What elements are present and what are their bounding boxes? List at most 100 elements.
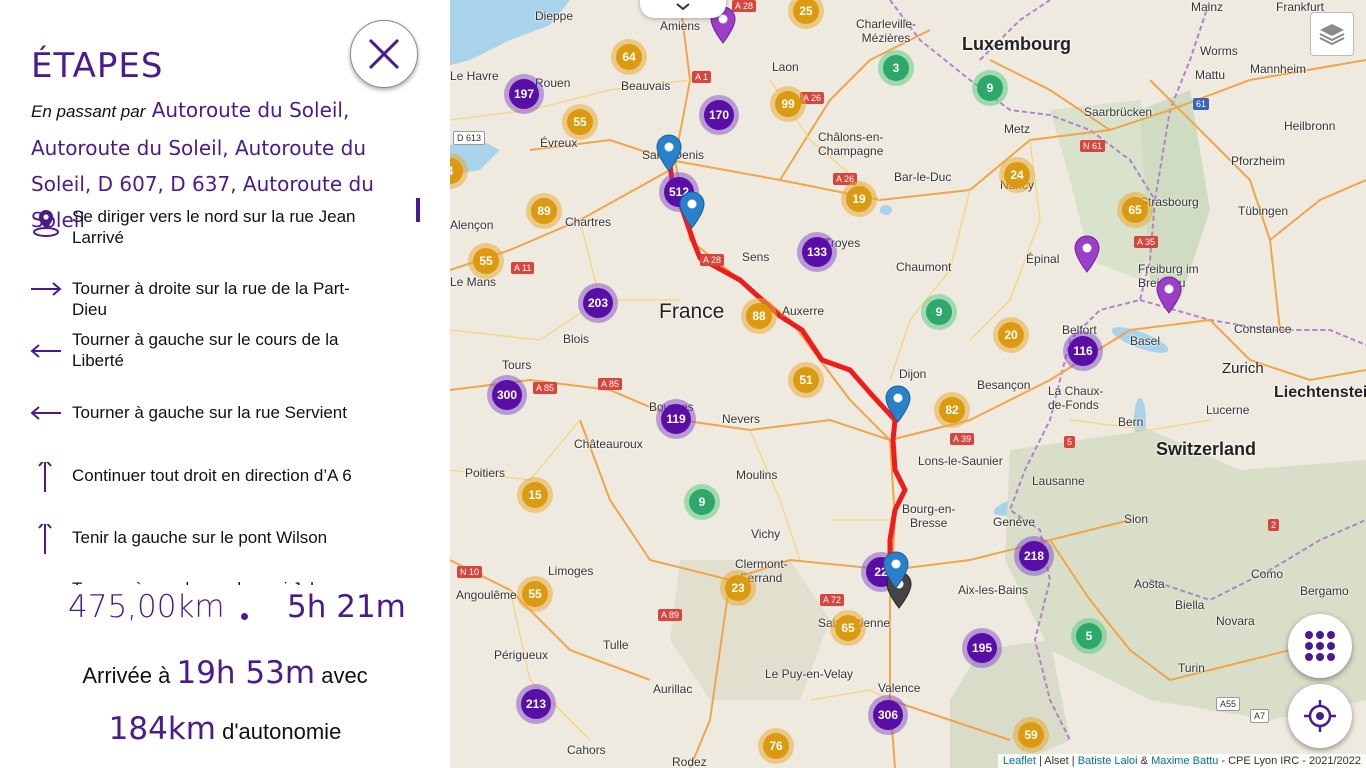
charging-station-pin[interactable] (1074, 235, 1100, 273)
road-badge: A 28 (700, 254, 725, 266)
cluster-count: 170 (704, 100, 734, 130)
marker-cluster[interactable]: 5 (1071, 618, 1107, 654)
marker-cluster[interactable]: 55 (468, 243, 504, 279)
map-label: Sion (1124, 512, 1149, 526)
author-link[interactable]: Maxime Battu (1151, 755, 1218, 767)
leaflet-link[interactable]: Leaflet (1003, 755, 1036, 767)
marker-cluster[interactable]: 99 (770, 86, 806, 122)
map-label: Blois (563, 332, 590, 346)
layers-button[interactable] (1310, 12, 1354, 56)
waypoint-pin[interactable] (656, 134, 682, 172)
marker-cluster[interactable]: 203 (578, 283, 618, 323)
steps-scrollbar[interactable] (416, 198, 420, 222)
steps-list[interactable]: Se diriger vers le nord sur la rue Jean … (0, 198, 430, 592)
road-badge: A 89 (658, 609, 683, 621)
marker-cluster[interactable]: 195 (962, 628, 1002, 668)
locate-button[interactable] (1288, 684, 1352, 748)
map-label: Épinal (1026, 252, 1060, 266)
arrow-up-icon (38, 524, 52, 554)
marker-cluster[interactable]: 9 (684, 484, 720, 520)
marker-cluster[interactable]: 15 (517, 477, 553, 513)
cluster-count: 300 (492, 380, 522, 410)
cluster-count: 195 (967, 633, 997, 663)
marker-cluster[interactable]: 20 (993, 317, 1029, 353)
charging-station-pin[interactable] (1156, 276, 1182, 314)
map-label: Beauvais (621, 79, 671, 93)
close-button[interactable] (350, 20, 418, 88)
map-label: Mannheim (1250, 62, 1307, 76)
marker-cluster[interactable]: 306 (868, 695, 908, 735)
marker-cluster[interactable]: 9 (921, 294, 957, 330)
map-label: Dijon (899, 367, 927, 381)
road-badge: A7 (1250, 709, 1270, 723)
arrival-info: Arrivée à 19h 53m avec (0, 655, 450, 691)
grid-menu-icon (1305, 631, 1335, 661)
marker-cluster[interactable]: 213 (516, 684, 556, 724)
cluster-count: 99 (775, 91, 801, 117)
step-text: Continuer tout droit en direction d’A 6 (72, 466, 352, 485)
waypoint-pin[interactable] (883, 551, 909, 589)
cluster-count: 55 (473, 248, 499, 274)
road-badge: A55 (1216, 697, 1241, 711)
route-duration: 5h 21m (287, 589, 406, 625)
marker-cluster[interactable]: 51 (788, 362, 824, 398)
attribution-rest: - CPE Lyon IRC - 2021/2022 (1218, 755, 1361, 767)
map-label: Rodez (672, 755, 707, 768)
step-text: Tourner à gauche sur la rue Servient (72, 403, 347, 422)
map-label: Limoges (548, 564, 594, 578)
marker-cluster[interactable]: 82 (934, 392, 970, 428)
map-label: Charleville- Mézières (856, 17, 917, 45)
map-label: Moulins (736, 468, 778, 482)
marker-cluster[interactable]: 218 (1014, 536, 1054, 576)
marker-cluster[interactable]: 23 (720, 570, 756, 606)
map-label: La Chaux- de-Fonds (1048, 384, 1104, 412)
map-label: Lons-le-Saunier (918, 454, 1003, 468)
marker-cluster[interactable]: 55 (562, 104, 598, 140)
cluster-count: 76 (763, 733, 789, 759)
map-label-liechtenstein: Liechtenstei (1274, 384, 1366, 401)
marker-cluster[interactable]: 88 (741, 298, 777, 334)
step-text: Se diriger vers le nord sur la rue Jean … (72, 207, 356, 247)
cluster-count: 197 (509, 79, 539, 109)
waypoint-pin[interactable] (885, 385, 911, 423)
author-link[interactable]: Batiste Laloi (1078, 755, 1138, 767)
cluster-count: 116 (1068, 336, 1098, 366)
cluster-count: 89 (531, 198, 557, 224)
marker-cluster[interactable]: 24 (999, 157, 1035, 193)
road-badge: N 61 (1080, 140, 1106, 152)
cluster-count: 5 (1076, 623, 1102, 649)
road-badge: 5 (1064, 436, 1076, 448)
marker-cluster[interactable]: 9 (972, 70, 1008, 106)
marker-cluster[interactable]: 3 (878, 50, 914, 86)
marker-cluster[interactable]: 76 (758, 728, 794, 764)
marker-cluster[interactable]: 116 (1063, 331, 1103, 371)
marker-cluster[interactable]: 65 (1117, 192, 1153, 228)
marker-cluster[interactable]: 170 (699, 95, 739, 135)
map-label: Aosta (1134, 577, 1165, 591)
marker-cluster[interactable]: 89 (526, 193, 562, 229)
map-label: Le Havre (450, 69, 499, 83)
marker-cluster[interactable]: 300 (487, 375, 527, 415)
step-text: Tenir la gauche sur le pont Wilson (72, 528, 328, 547)
marker-cluster[interactable]: 65 (830, 610, 866, 646)
arrival-prefix: Arrivée à (82, 663, 171, 688)
cluster-count: 55 (567, 109, 593, 135)
map-label: Turin (1178, 661, 1205, 675)
map[interactable]: Dieppe Amiens Beauvais Le Havre Rouen Év… (450, 0, 1366, 768)
waypoint-pin[interactable] (679, 191, 705, 229)
marker-cluster[interactable]: 64 (611, 39, 647, 75)
marker-cluster[interactable]: 55 (517, 576, 553, 612)
marker-cluster[interactable]: 19 (841, 181, 877, 217)
road-badge: A 39 (950, 433, 975, 445)
marker-cluster[interactable]: 59 (1013, 717, 1049, 753)
marker-cluster[interactable]: 197 (504, 74, 544, 114)
collapse-toggle[interactable] (640, 0, 726, 18)
marker-cluster[interactable]: 119 (656, 399, 696, 439)
menu-grid-button[interactable] (1288, 614, 1352, 678)
map-label: Tulle (603, 638, 629, 652)
step-text: Tourner à gauche sur le cours de la Libe… (72, 330, 339, 370)
marker-cluster[interactable]: 133 (797, 232, 837, 272)
map-label: Bern (1118, 415, 1144, 429)
map-label: Metz (1004, 122, 1031, 136)
map-label: Sens (742, 250, 770, 264)
